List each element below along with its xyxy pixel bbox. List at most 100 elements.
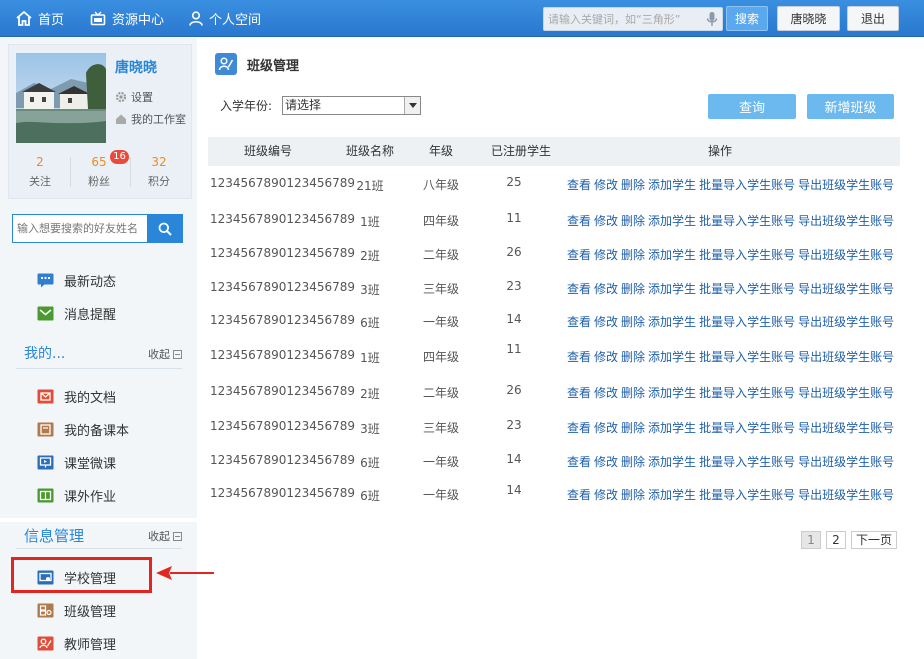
global-search-button[interactable]: 搜索	[726, 6, 768, 31]
export-accounts-link[interactable]: 导出班级学生账号	[798, 178, 894, 192]
cell-class-name: 1班	[360, 351, 380, 365]
nav-home[interactable]: 首页	[16, 0, 64, 37]
batch-import-link[interactable]: 批量导入学生账号	[699, 282, 795, 296]
edit-link[interactable]: 修改	[594, 421, 618, 435]
batch-import-link[interactable]: 批量导入学生账号	[699, 315, 795, 329]
avatar[interactable]	[16, 53, 106, 143]
row-actions: 查看 修改 删除 添加学生 批量导入学生账号 导出班级学生账号	[567, 384, 894, 401]
delete-link[interactable]: 删除	[621, 315, 645, 329]
view-link[interactable]: 查看	[567, 248, 591, 262]
sidebar-item-my-documents[interactable]: 我的文档	[36, 385, 116, 407]
add-student-link[interactable]: 添加学生	[648, 282, 696, 296]
next-page-button[interactable]: 下一页	[851, 531, 897, 549]
global-search-input[interactable]	[544, 8, 699, 30]
delete-link[interactable]: 删除	[621, 178, 645, 192]
sidebar-item-latest-news[interactable]: 最新动态	[36, 269, 116, 291]
enrollment-year-select[interactable]: 请选择	[282, 96, 421, 115]
view-link[interactable]: 查看	[567, 386, 591, 400]
sidebar-item-class-management[interactable]: 班级管理	[36, 599, 116, 621]
view-link[interactable]: 查看	[567, 488, 591, 502]
view-link[interactable]: 查看	[567, 455, 591, 469]
export-accounts-link[interactable]: 导出班级学生账号	[798, 214, 894, 228]
delete-link[interactable]: 删除	[621, 282, 645, 296]
batch-import-link[interactable]: 批量导入学生账号	[699, 214, 795, 228]
add-student-link[interactable]: 添加学生	[648, 421, 696, 435]
batch-import-link[interactable]: 批量导入学生账号	[699, 350, 795, 364]
edit-link[interactable]: 修改	[594, 214, 618, 228]
edit-link[interactable]: 修改	[594, 315, 618, 329]
edit-link[interactable]: 修改	[594, 386, 618, 400]
profile-name[interactable]: 唐晓晓	[115, 57, 157, 77]
collapse-info-toggle[interactable]: 收起	[148, 528, 182, 544]
export-accounts-link[interactable]: 导出班级学生账号	[798, 282, 894, 296]
batch-import-link[interactable]: 批量导入学生账号	[699, 386, 795, 400]
edit-link[interactable]: 修改	[594, 282, 618, 296]
sidebar-item-micro-lessons[interactable]: 课堂微课	[36, 451, 116, 473]
edit-link[interactable]: 修改	[594, 350, 618, 364]
sidebar-item-label: 最新动态	[64, 274, 117, 290]
add-student-link[interactable]: 添加学生	[648, 214, 696, 228]
edit-link[interactable]: 修改	[594, 488, 618, 502]
view-link[interactable]: 查看	[567, 421, 591, 435]
export-accounts-link[interactable]: 导出班级学生账号	[798, 455, 894, 469]
delete-link[interactable]: 删除	[621, 386, 645, 400]
export-accounts-link[interactable]: 导出班级学生账号	[798, 421, 894, 435]
view-link[interactable]: 查看	[567, 214, 591, 228]
settings-link[interactable]: 设置	[115, 89, 153, 105]
microphone-icon[interactable]	[706, 11, 718, 27]
view-link[interactable]: 查看	[567, 315, 591, 329]
delete-link[interactable]: 删除	[621, 214, 645, 228]
cell-grade: 一年级	[422, 488, 459, 502]
view-link[interactable]: 查看	[567, 350, 591, 364]
batch-import-link[interactable]: 批量导入学生账号	[699, 421, 795, 435]
add-student-link[interactable]: 添加学生	[648, 455, 696, 469]
page-1-button[interactable]: 1	[801, 531, 821, 549]
batch-import-link[interactable]: 批量导入学生账号	[699, 248, 795, 262]
friend-search-button[interactable]	[147, 215, 182, 242]
my-studio-link[interactable]: 我的工作室	[115, 111, 186, 127]
add-student-link[interactable]: 添加学生	[648, 248, 696, 262]
add-student-link[interactable]: 添加学生	[648, 488, 696, 502]
friend-search-input[interactable]	[13, 215, 148, 242]
view-link[interactable]: 查看	[567, 178, 591, 192]
stat-points[interactable]: 32 积分	[131, 155, 187, 189]
batch-import-link[interactable]: 批量导入学生账号	[699, 455, 795, 469]
export-accounts-link[interactable]: 导出班级学生账号	[798, 350, 894, 364]
sidebar-item-teacher-management[interactable]: 教师管理	[36, 632, 116, 654]
add-class-button[interactable]: 新增班级	[807, 94, 894, 119]
logout-button[interactable]: 退出	[847, 6, 899, 31]
cell-registered-count: 25	[506, 175, 522, 189]
edit-link[interactable]: 修改	[594, 178, 618, 192]
add-student-link[interactable]: 添加学生	[648, 178, 696, 192]
delete-link[interactable]: 删除	[621, 248, 645, 262]
export-accounts-link[interactable]: 导出班级学生账号	[798, 386, 894, 400]
delete-link[interactable]: 删除	[621, 350, 645, 364]
edit-link[interactable]: 修改	[594, 455, 618, 469]
page-2-button[interactable]: 2	[826, 531, 846, 549]
add-student-link[interactable]: 添加学生	[648, 386, 696, 400]
cell-grade: 四年级	[422, 350, 459, 364]
export-accounts-link[interactable]: 导出班级学生账号	[798, 488, 894, 502]
batch-import-link[interactable]: 批量导入学生账号	[699, 488, 795, 502]
cell-class-name: 21班	[356, 179, 384, 193]
following-count: 2	[36, 155, 44, 169]
user-name-button[interactable]: 唐晓晓	[777, 6, 840, 31]
delete-link[interactable]: 删除	[621, 488, 645, 502]
sidebar-item-lesson-notebook[interactable]: 我的备课本	[36, 418, 129, 440]
edit-link[interactable]: 修改	[594, 248, 618, 262]
stat-following[interactable]: 2 关注	[12, 155, 68, 189]
sidebar-item-messages[interactable]: 消息提醒	[36, 302, 116, 324]
delete-link[interactable]: 删除	[621, 455, 645, 469]
query-button[interactable]: 查询	[708, 94, 796, 119]
view-link[interactable]: 查看	[567, 282, 591, 296]
add-student-link[interactable]: 添加学生	[648, 315, 696, 329]
export-accounts-link[interactable]: 导出班级学生账号	[798, 315, 894, 329]
delete-link[interactable]: 删除	[621, 421, 645, 435]
nav-resource-center[interactable]: 资源中心	[90, 0, 164, 37]
sidebar-item-homework[interactable]: 课外作业	[36, 484, 116, 506]
export-accounts-link[interactable]: 导出班级学生账号	[798, 248, 894, 262]
batch-import-link[interactable]: 批量导入学生账号	[699, 178, 795, 192]
add-student-link[interactable]: 添加学生	[648, 350, 696, 364]
nav-personal-space[interactable]: 个人空间	[189, 0, 261, 37]
collapse-mine-toggle[interactable]: 收起	[148, 346, 182, 362]
